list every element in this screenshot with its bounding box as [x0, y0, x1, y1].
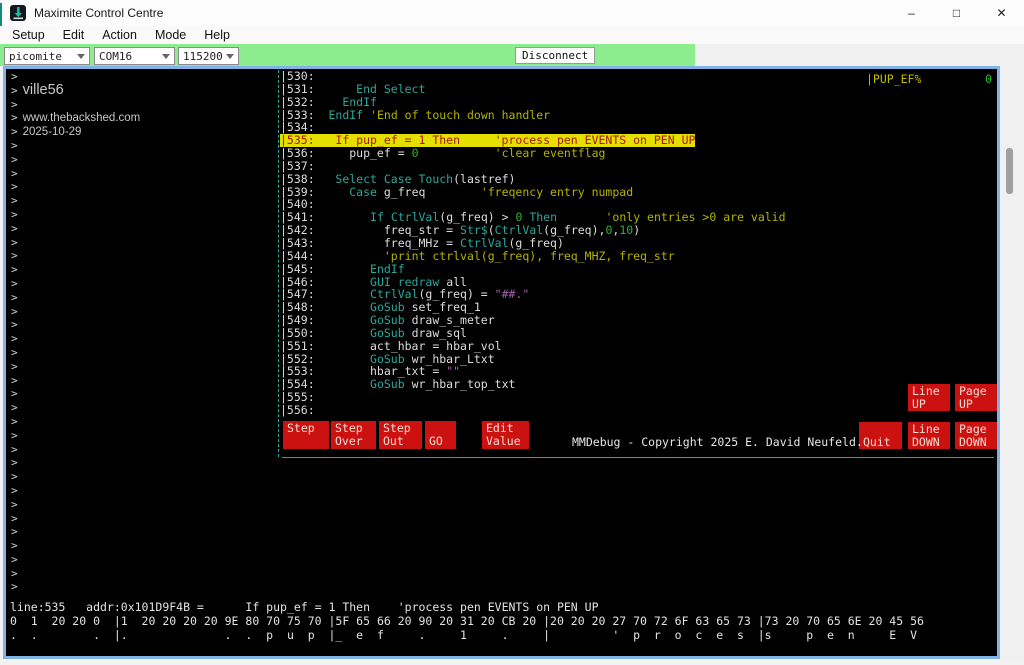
console-line: > [11, 387, 140, 401]
terminal: >>ville56>>www.thebackshed.com>2025-10-2… [3, 66, 1000, 659]
go-button[interactable]: GO [425, 421, 456, 449]
minimize-button[interactable]: – [889, 0, 934, 26]
com-port-select-value: COM16 [99, 50, 132, 63]
chevron-down-icon [162, 54, 170, 63]
console-line: > [11, 443, 140, 457]
console-line: > [11, 484, 140, 498]
terminal-cursor: _ [10, 645, 924, 656]
console-line: > [11, 498, 140, 512]
console-line: > [11, 98, 140, 112]
code-line: |554: GoSub wr_hbar_top_txt [280, 378, 786, 391]
console-line: > [11, 512, 140, 526]
console-line: > [11, 567, 140, 581]
code-line: |536: pup_ef = 0 'clear eventflag [280, 147, 786, 160]
step-out-button[interactable]: Step Out [379, 421, 422, 449]
app-icon [10, 5, 26, 21]
console-line: > [11, 346, 140, 360]
console-column: >>ville56>>www.thebackshed.com>2025-10-2… [11, 70, 140, 594]
chevron-down-icon [77, 54, 85, 63]
console-line: > [11, 305, 140, 319]
close-button[interactable]: ✕ [979, 0, 1024, 26]
scrollbar-thumb[interactable] [1006, 148, 1013, 194]
menu-item-edit[interactable]: Edit [54, 28, 94, 42]
console-line: > [11, 249, 140, 263]
code-pane: |530:|531: End Select|532: EndIf|533: En… [278, 70, 786, 457]
window-title: Maximite Control Centre [34, 6, 163, 20]
console-line: > [11, 180, 140, 194]
watch-variable-value: 0 [985, 72, 992, 86]
console-line: > [11, 401, 140, 415]
console-line: > [11, 277, 140, 291]
code-line: |533: EndIf 'End of touch down handler [280, 109, 786, 122]
console-line: > [11, 153, 140, 167]
console-line: > [11, 456, 140, 470]
title-bar: Maximite Control Centre – □ ✕ [0, 0, 1024, 26]
status-line-ascii: . . . |. . . p u p |_ e f . 1 . | ' p r … [10, 628, 924, 642]
line-up-button[interactable]: Line UP [908, 384, 950, 411]
status-block: line:535 addr:0x101D9F4B = If pup_ef = 1… [10, 600, 924, 656]
step-over-button[interactable]: Step Over [331, 421, 376, 449]
console-line: > [11, 525, 140, 539]
console-line: > [11, 318, 140, 332]
watch-variable-name: |PUP_EF% [866, 72, 921, 86]
connection-toolbar: picomite COM16 115200 Disconnect [0, 44, 1024, 66]
console-line: > [11, 360, 140, 374]
vertical-scrollbar[interactable] [1000, 66, 1024, 659]
page-down-button[interactable]: Page DOWN [955, 422, 997, 449]
terminal-content: >>ville56>>www.thebackshed.com>2025-10-2… [6, 69, 997, 656]
status-line-hex: 0 1 20 20 0 |1 20 20 20 20 9E 80 70 75 7… [10, 614, 924, 628]
device-select[interactable]: picomite [4, 47, 90, 65]
status-line-info: line:535 addr:0x101D9F4B = If pup_ef = 1… [10, 600, 924, 614]
baud-rate-select[interactable]: 115200 [178, 47, 239, 65]
console-line: >www.thebackshed.com [11, 111, 140, 125]
baud-rate-select-value: 115200 [183, 50, 223, 63]
separator-line [282, 457, 994, 458]
app-window: Maximite Control Centre – □ ✕ Setup Edit… [0, 0, 1024, 665]
edit-value-button[interactable]: Edit Value [482, 421, 529, 449]
code-line: |555: [280, 391, 786, 404]
menu-item-help[interactable]: Help [195, 28, 239, 42]
console-line: > [11, 415, 140, 429]
console-line: > [11, 553, 140, 567]
line-down-button[interactable]: Line DOWN [908, 422, 950, 449]
menu-bar: Setup Edit Action Mode Help [0, 26, 1024, 44]
console-line: > [11, 194, 140, 208]
console-line: > [11, 374, 140, 388]
step-button[interactable]: Step [283, 421, 329, 449]
console-line: > [11, 167, 140, 181]
menu-item-setup[interactable]: Setup [3, 28, 54, 42]
debugger-copyright: MMDebug - Copyright 2025 E. David Neufel… [572, 436, 863, 449]
console-line: >2025-10-29 [11, 125, 140, 139]
disconnect-button[interactable]: Disconnect [515, 47, 595, 64]
console-line: > [11, 470, 140, 484]
maximize-button[interactable]: □ [934, 0, 979, 26]
console-line: > [11, 539, 140, 553]
console-line: > [11, 332, 140, 346]
console-line: > [11, 263, 140, 277]
console-line: > [11, 580, 140, 594]
console-line: > [11, 208, 140, 222]
menu-item-mode[interactable]: Mode [146, 28, 195, 42]
console-line: >ville56 [11, 84, 140, 98]
code-line: |556: [280, 404, 786, 417]
window-controls: – □ ✕ [889, 0, 1024, 26]
quit-button[interactable]: Quit [859, 422, 902, 449]
console-line: > [11, 291, 140, 305]
com-port-select[interactable]: COM16 [94, 47, 175, 65]
console-line: > [11, 139, 140, 153]
console-line: > [11, 236, 140, 250]
menu-item-action[interactable]: Action [93, 28, 146, 42]
device-select-value: picomite [9, 50, 62, 63]
console-line: > [11, 429, 140, 443]
chevron-down-icon [226, 54, 234, 63]
page-up-button[interactable]: Page UP [955, 384, 997, 411]
console-line: > [11, 222, 140, 236]
code-line: |539: Case g_freq 'freqency entry numpad [280, 186, 786, 199]
